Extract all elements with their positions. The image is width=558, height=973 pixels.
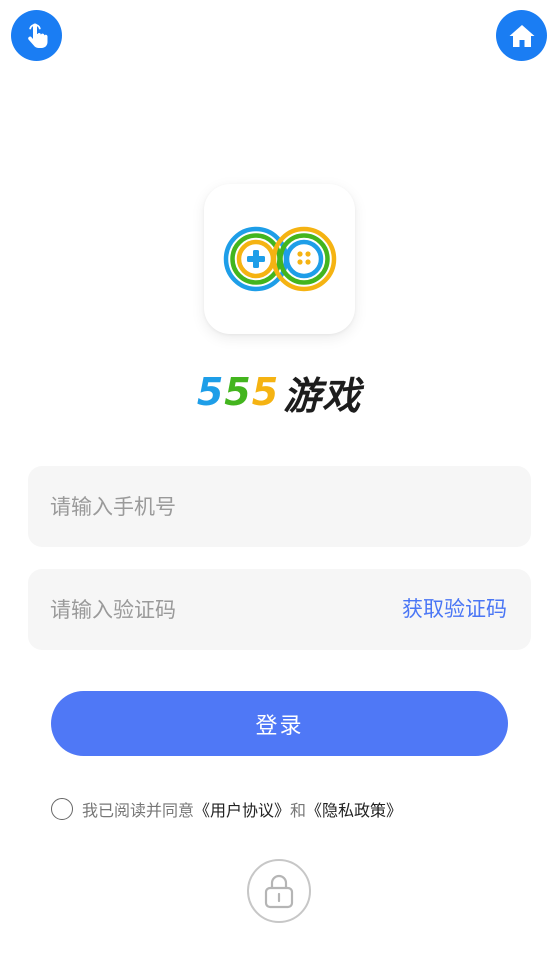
privacy-policy-link[interactable]: 《隐私政策》 xyxy=(306,797,402,821)
app-logo xyxy=(204,184,355,334)
lock-icon xyxy=(264,874,294,909)
brand-title: 5 5 5 游戏 xyxy=(0,368,558,418)
brand-digit-2: 5 xyxy=(224,370,252,414)
touch-button[interactable] xyxy=(11,10,62,61)
get-code-button[interactable]: 获取验证码 xyxy=(402,569,507,650)
phone-input[interactable] xyxy=(50,466,380,547)
verification-field: 获取验证码 xyxy=(28,569,531,650)
login-page: 5 5 5 游戏 获取验证码 登录 我已阅读并同意 《用户协议》 和 《隐私政策… xyxy=(0,0,558,973)
brand-digit-3: 5 xyxy=(251,370,280,414)
phone-field xyxy=(28,466,531,547)
user-agreement-link[interactable]: 《用户协议》 xyxy=(194,797,290,821)
home-button[interactable] xyxy=(496,10,547,61)
agreement-checkbox[interactable] xyxy=(51,798,73,820)
touch-hand-icon xyxy=(27,23,47,48)
login-button[interactable]: 登录 xyxy=(51,691,508,756)
brand-text: 游戏 xyxy=(283,373,362,418)
password-login-button[interactable] xyxy=(247,859,311,923)
agreement-conjunction: 和 xyxy=(290,801,307,820)
agreement-row: 我已阅读并同意 《用户协议》 和 《隐私政策》 xyxy=(51,796,402,822)
agreement-prefix: 我已阅读并同意 xyxy=(82,801,195,820)
verification-code-input[interactable] xyxy=(50,569,380,650)
brand-digit-1: 5 xyxy=(196,370,225,414)
home-icon xyxy=(509,24,534,47)
game-controller-infinity-logo xyxy=(223,226,336,292)
